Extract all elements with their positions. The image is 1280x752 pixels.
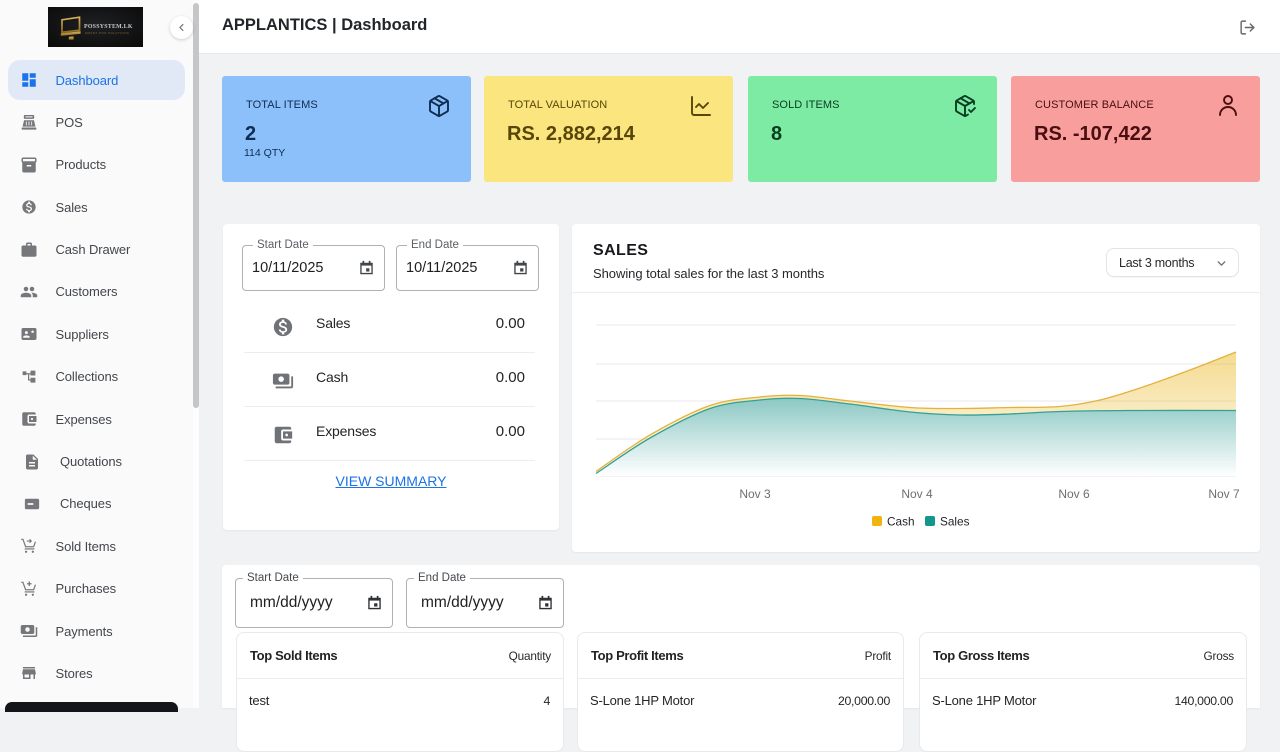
svg-text:Nov 4: Nov 4 (901, 487, 933, 501)
svg-text:Nov 6: Nov 6 (1058, 487, 1090, 501)
svg-text:Nov 7: Nov 7 (1208, 487, 1240, 501)
svg-text:POSSYSTEM.LK: POSSYSTEM.LK (84, 24, 133, 30)
svg-text:Sales: Sales (940, 515, 970, 529)
svg-text:SMART POS SOLUTIONS: SMART POS SOLUTIONS (85, 31, 129, 35)
svg-text:Cash: Cash (887, 515, 915, 529)
svg-text:Nov 3: Nov 3 (739, 487, 771, 501)
